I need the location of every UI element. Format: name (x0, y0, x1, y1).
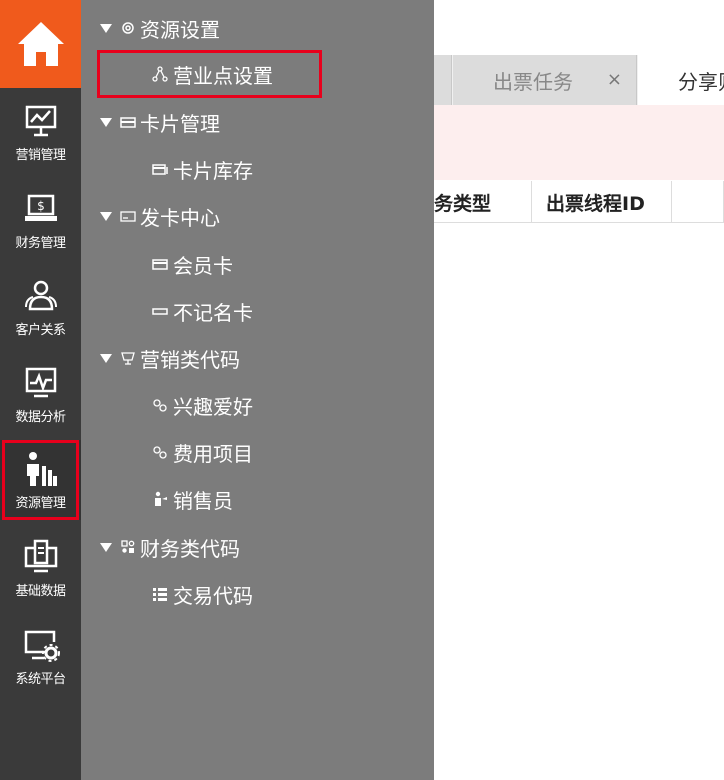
blank-card-icon (151, 303, 169, 319)
tree-group-card-management[interactable]: 卡片管理 (100, 107, 220, 137)
card-stack-icon (151, 161, 169, 177)
home-button[interactable] (0, 0, 81, 88)
tree-item-hobbies[interactable]: 兴趣爱好 (151, 390, 253, 420)
chevron-down-icon (100, 353, 112, 363)
tree-item-label: 不记名卡 (173, 300, 253, 325)
tree-group-label: 卡片管理 (140, 111, 220, 136)
rail-item-basic-data[interactable]: 基础数据 (0, 528, 81, 608)
rail-item-resources[interactable]: 资源管理 (0, 440, 81, 520)
filter-bar (434, 105, 724, 180)
tree-group-card-center[interactable]: 发卡中心 (100, 201, 220, 231)
rail-item-label: 营销管理 (15, 147, 66, 163)
tree-item-label: 兴趣爱好 (173, 394, 253, 419)
column-header-business-type[interactable]: 务类型 (434, 181, 532, 223)
list-icon (151, 586, 169, 602)
chart-board-icon (25, 105, 56, 136)
clipboard-monitor-icon (24, 539, 57, 572)
laptop-dollar-icon: $ (24, 194, 57, 221)
tree-panel: 资源设置 营业点设置 卡片管理 卡片库存 发卡中心 会员卡 不记名卡 营销类代码… (81, 0, 434, 780)
line-chart-icon (25, 367, 56, 397)
card-outline-icon (120, 208, 136, 224)
code-icon (120, 539, 136, 555)
left-rail: 营销管理 $ 财务管理 客户关系 数据分析 资源管理 基础数据 系统平台 (0, 0, 81, 780)
rail-item-label: 系统平台 (15, 671, 66, 687)
rail-item-label: 财务管理 (15, 235, 66, 251)
tree-item-card-inventory[interactable]: 卡片库存 (151, 154, 253, 184)
rail-item-customer[interactable]: 客户关系 (0, 267, 81, 347)
tab-previous[interactable] (434, 55, 452, 105)
chevron-down-icon (100, 542, 112, 552)
link-icon (151, 397, 169, 413)
tab-label: 出票任务 (493, 69, 573, 94)
tree-item-label: 卡片库存 (173, 158, 253, 183)
rail-item-finance[interactable]: $ 财务管理 (0, 180, 81, 260)
rail-item-analytics[interactable]: 数据分析 (0, 354, 81, 434)
users-icon (24, 280, 57, 310)
rail-item-system[interactable]: 系统平台 (0, 616, 81, 696)
tree-item-fee-items[interactable]: 费用项目 (151, 437, 253, 467)
person-icon (151, 491, 169, 507)
tree-group-finance-codes[interactable]: 财务类代码 (100, 532, 240, 562)
tree-item-salesperson[interactable]: 销售员 (151, 484, 233, 514)
tab-label: 分享则 (678, 69, 724, 94)
column-label: 出票线程ID (546, 192, 645, 215)
tree-item-label: 费用项目 (173, 441, 253, 466)
resource-people-icon (26, 451, 57, 486)
rail-item-label: 数据分析 (15, 409, 66, 425)
tree-item-label: 交易代码 (173, 583, 253, 608)
tree-group-resource-settings[interactable]: 资源设置 (100, 13, 220, 43)
tree-item-member-card[interactable]: 会员卡 (151, 249, 233, 279)
tree-group-label: 资源设置 (140, 17, 220, 42)
tree-item-transaction-code[interactable]: 交易代码 (151, 579, 253, 609)
tree-item-business-point[interactable]: 营业点设置 (151, 59, 273, 89)
tree-item-anonymous-card[interactable]: 不记名卡 (151, 296, 253, 326)
column-header-empty (672, 181, 724, 223)
tree-item-label: 会员卡 (173, 253, 233, 278)
tab-share[interactable]: 分享则 (638, 55, 724, 105)
tree-item-label: 营业点设置 (173, 63, 273, 88)
home-icon (17, 22, 64, 66)
tab-ticket-task[interactable]: 出票任务 × (453, 55, 637, 105)
monitor-gear-icon (24, 630, 60, 662)
network-icon (151, 66, 169, 82)
tree-group-label: 发卡中心 (140, 205, 220, 230)
rail-item-label: 基础数据 (15, 583, 66, 599)
tree-group-label: 财务类代码 (140, 536, 240, 561)
rail-item-label: 客户关系 (15, 322, 66, 338)
rail-item-marketing[interactable]: 营销管理 (0, 92, 81, 172)
link-icon (151, 444, 169, 460)
chevron-down-icon (100, 117, 112, 127)
tree-item-label: 销售员 (173, 488, 233, 513)
tree-group-marketing-codes[interactable]: 营销类代码 (100, 343, 240, 373)
cup-icon (120, 350, 136, 366)
rail-item-label: 资源管理 (15, 495, 66, 511)
column-header-thread-id[interactable]: 出票线程ID (532, 181, 672, 223)
member-card-icon (151, 256, 169, 272)
main-area: 出票任务 × 分享则 务类型 出票线程ID (434, 0, 724, 780)
tree-group-label: 营销类代码 (140, 347, 240, 372)
chevron-down-icon (100, 23, 112, 33)
card-icon (120, 114, 136, 130)
column-label: 务类型 (434, 192, 492, 215)
close-icon[interactable]: × (607, 69, 622, 90)
gear-icon (120, 20, 136, 36)
svg-text:$: $ (37, 199, 45, 213)
chevron-down-icon (100, 211, 112, 221)
